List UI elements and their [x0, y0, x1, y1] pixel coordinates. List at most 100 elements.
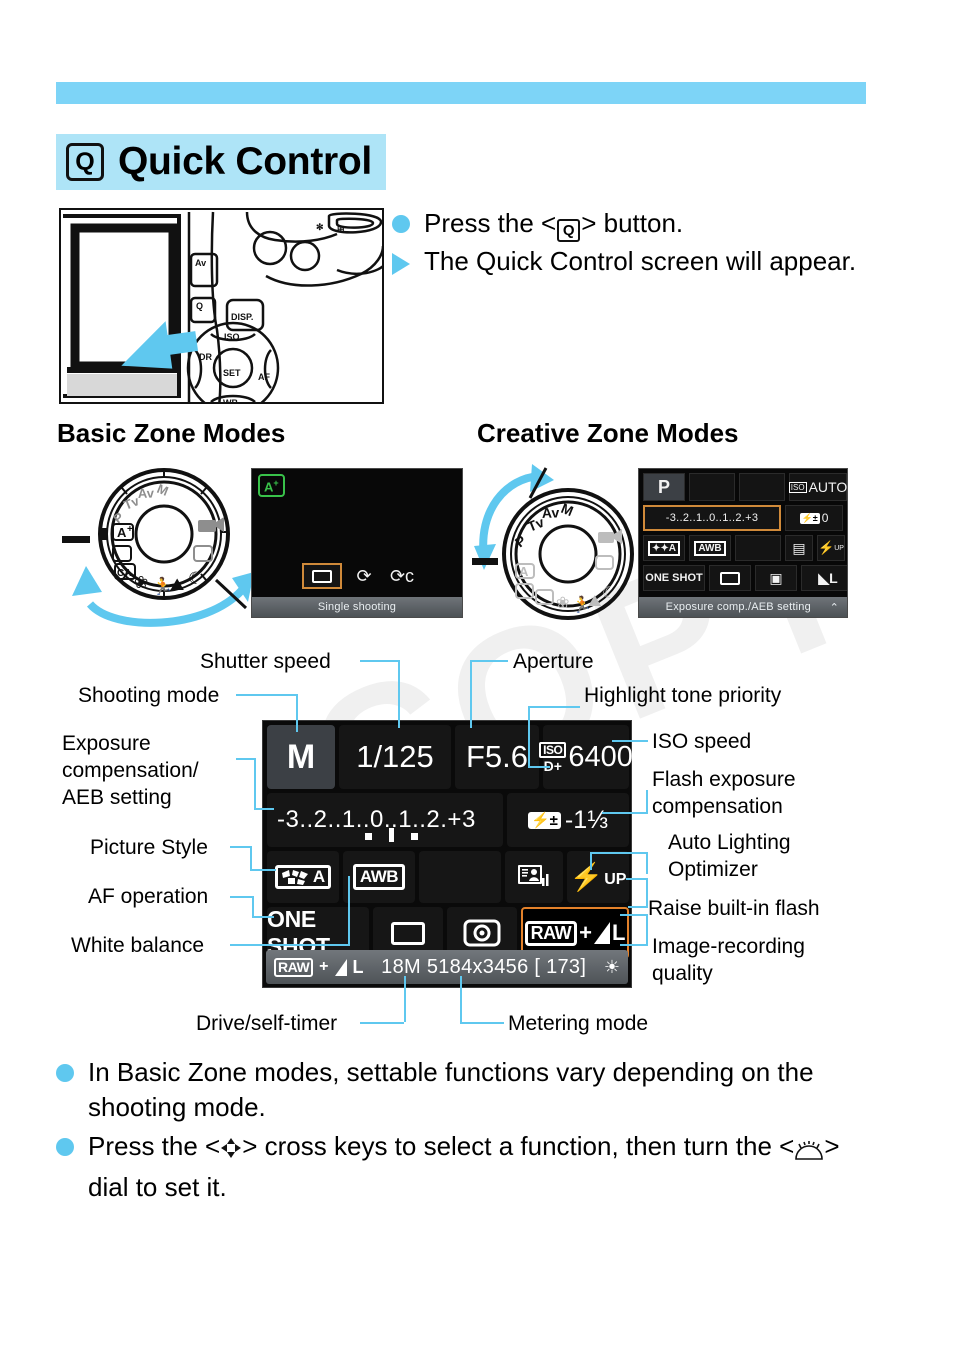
creative-exposure-scale[interactable]: -3..2..1..0..1..2.+3: [643, 505, 781, 531]
leader-wb-1: [230, 944, 350, 946]
leader-iso-1: [612, 740, 648, 742]
creative-white-balance[interactable]: AWB: [689, 535, 731, 561]
note-bullet-icon-1: [56, 1064, 74, 1082]
creative-screen-footer: Exposure comp./AEB setting ⌃: [639, 597, 847, 617]
svg-text:Av: Av: [195, 258, 206, 268]
svg-text:⛰: ⛰: [588, 593, 602, 610]
quality-large-value: L: [611, 920, 626, 945]
aperture-value: F5.6: [465, 739, 529, 774]
leader-htp-3: [528, 766, 550, 768]
flash-comp-icon: ⚡±: [527, 811, 561, 829]
white-balance-value: AWB: [352, 864, 406, 890]
creative-metering-icon[interactable]: ▣: [755, 565, 797, 591]
aperture-cell[interactable]: F5.6: [455, 725, 539, 789]
creative-flash-exp-comp[interactable]: ⚡± 0: [785, 505, 843, 531]
step-press-q-pre: Press the <: [424, 208, 557, 238]
callout-af-operation: AF operation: [88, 885, 209, 908]
note2-mid: > cross keys to select a function, then …: [242, 1131, 795, 1161]
creative-quality-icon[interactable]: ◣ L: [801, 565, 847, 591]
empty-cell: [419, 851, 501, 903]
exposure-scale-group: -3..2..1..0..1..2.+3: [277, 806, 476, 842]
svg-text:P: P: [512, 532, 529, 550]
svg-text:Av: Av: [138, 485, 155, 501]
quality-plus: +: [579, 920, 592, 945]
raise-built-in-flash-cell[interactable]: ⚡ UP: [567, 851, 629, 903]
creative-iso-cell[interactable]: ISO AUTO: [788, 473, 847, 501]
creative-empty-cell: [735, 535, 781, 561]
intro-steps: Press the < Q > button. The Quick Control …: [392, 206, 862, 281]
step-press-q-text: Press the < Q > button.: [424, 206, 683, 242]
exposure-indicator-ticks: [277, 828, 476, 842]
drive-self-timer-continuous-icon[interactable]: ⟳c: [386, 563, 418, 589]
svg-text:⊞: ⊞: [337, 224, 345, 234]
svg-text:ISO: ISO: [224, 332, 240, 342]
basic-mode-badge: A+: [258, 474, 285, 498]
mode-dial-basic-illustration: M Av Tv P A + CA ❀ 🏃 ⛰ ☾: [56, 462, 256, 630]
svg-text:DISP.: DISP.: [231, 312, 253, 322]
footer-raw-badge: RAW: [274, 957, 314, 977]
drive-self-timer-icon[interactable]: ⟳: [348, 563, 380, 589]
flash-exposure-compensation-cell[interactable]: ⚡± -1⅓: [507, 793, 629, 847]
leader-alo-3: [590, 852, 592, 870]
callout-shutter-speed: Shutter speed: [200, 650, 331, 673]
callout-shooting-mode: Shooting mode: [78, 684, 220, 707]
quick-control-icon: Q: [66, 143, 104, 181]
callout-image-recording-quality: Image-recording quality: [652, 935, 805, 985]
leader-quality-2: [646, 914, 648, 946]
creative-flash-up-icon[interactable]: ⚡ UP: [817, 535, 845, 561]
auto-lighting-optimizer-cell[interactable]: [505, 851, 563, 903]
creative-row-2: -3..2..1..0..1..2.+3 ⚡± 0: [643, 505, 843, 531]
svg-text:✻: ✻: [316, 222, 324, 232]
leader-expcomp-3: [254, 808, 274, 810]
callout-flash-exposure-compensation: Flash exposure compensation: [652, 768, 796, 818]
creative-drive-icon[interactable]: [709, 565, 751, 591]
exposure-compensation-cell[interactable]: -3..2..1..0..1..2.+3: [267, 793, 503, 847]
leader-af-3: [252, 916, 274, 918]
leader-wb-2: [348, 876, 350, 946]
quality-group: RAW + L: [524, 920, 626, 946]
footer-fine-icon: [334, 958, 347, 976]
header-rule: [56, 82, 866, 104]
shooting-mode-value: M: [286, 737, 316, 776]
callout-exposure-compensation: Exposure compensation/AEB setting: [62, 732, 199, 809]
flash-raise-label: UP: [604, 871, 627, 888]
svg-text:WB: WB: [223, 398, 238, 404]
quick-control-screen: M 1/125 F5.6 ISO D+ 6400 -3..2..1..0..1.…: [262, 720, 633, 988]
note-bullet-icon-2: [56, 1138, 74, 1156]
svg-text:SET: SET: [223, 368, 241, 378]
note-basic-zone: In Basic Zone modes, settable functions …: [56, 1055, 886, 1125]
creative-shooting-mode[interactable]: P: [643, 473, 685, 501]
leader-alo-2: [590, 852, 648, 854]
white-balance-cell[interactable]: AWB: [343, 851, 415, 903]
iso-speed-cell[interactable]: ISO D+ 6400: [539, 725, 633, 789]
leader-flash-3: [626, 878, 648, 880]
basic-zone-screen: A+ ⟳ ⟳c Single shooting: [251, 468, 463, 618]
creative-zone-screen: P ISO AUTO -3..2..1..0..1..2.+3 ⚡± 0 ✦✦A A…: [638, 468, 848, 618]
main-dial-icon: [794, 1135, 824, 1170]
manual-page: COPY Q Quick Control Av Q DISP. ISO SET …: [0, 0, 954, 1345]
note-cross-keys: Press the < > cross keys to select a fun…: [56, 1129, 886, 1205]
creative-af-operation[interactable]: ONE SHOT: [643, 565, 705, 591]
creative-alo-icon[interactable]: ▤: [785, 535, 813, 561]
shooting-mode-cell[interactable]: M: [267, 725, 335, 789]
page-title: Quick Control: [118, 140, 372, 183]
drive-single-shooting-icon[interactable]: [302, 563, 342, 589]
picture-style-cell[interactable]: A: [267, 851, 339, 903]
creative-shutter-cell[interactable]: [689, 473, 735, 501]
camera-back-illustration: Av Q DISP. ISO SET WB AF DR ✻ ⊞: [59, 208, 384, 404]
leader-aperture-2: [470, 660, 472, 728]
creative-picture-style-icon[interactable]: ✦✦A: [643, 535, 685, 561]
basic-screen-footer: Single shooting: [252, 597, 462, 617]
leader-expcomp-1: [236, 758, 254, 760]
callout-highlight-tone-priority: Highlight tone priority: [584, 684, 782, 707]
callout-iso-speed: ISO speed: [652, 730, 752, 753]
shutter-speed-cell[interactable]: 1/125: [339, 725, 451, 789]
iso-speed-group: ISO D+ 6400: [539, 741, 633, 774]
heading-basic-zone: Basic Zone Modes: [57, 418, 286, 448]
footer-notes: In Basic Zone modes, settable functions …: [56, 1055, 886, 1209]
leader-metering-2: [460, 976, 462, 1022]
leader-af-1: [230, 896, 252, 898]
creative-aperture-cell[interactable]: [739, 473, 785, 501]
picture-style-value: A: [312, 867, 326, 886]
callout-picture-style: Picture Style: [90, 836, 208, 859]
